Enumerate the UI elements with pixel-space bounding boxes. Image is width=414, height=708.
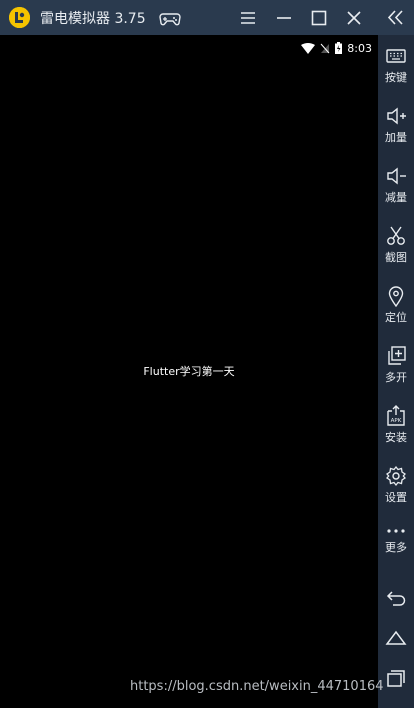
location-pin-icon (388, 286, 404, 307)
sidebar-item-settings[interactable]: 设置 (378, 465, 414, 505)
back-button[interactable] (378, 587, 414, 609)
sidebar: 按键 加量 减量 截图 定位 多开 APK 安装 设置 更多 (378, 35, 414, 708)
gear-icon (386, 465, 406, 487)
sidebar-item-label: 按键 (385, 71, 407, 84)
apk-install-icon: APK (387, 405, 405, 426)
sidebar-item-label: 多开 (385, 371, 407, 384)
app-logo-icon (9, 7, 30, 28)
status-bar: 8:03 (301, 40, 372, 56)
sidebar-item-install[interactable]: APK 安装 (378, 405, 414, 445)
maximize-icon[interactable] (310, 8, 330, 28)
more-dots-icon (387, 529, 405, 533)
collapse-sidebar-button[interactable] (378, 0, 414, 35)
title-bar: 雷电模拟器 3.75 (0, 0, 414, 35)
no-signal-icon (320, 43, 330, 53)
sidebar-item-label: 截图 (385, 251, 407, 264)
keyboard-icon (386, 49, 406, 63)
close-icon[interactable] (345, 8, 365, 28)
sidebar-item-location[interactable]: 定位 (378, 285, 414, 325)
back-arrow-icon (386, 591, 406, 606)
volume-down-icon (387, 167, 406, 185)
sidebar-item-keys[interactable]: 按键 (378, 45, 414, 85)
sidebar-item-label: 安装 (385, 431, 407, 444)
battery-charging-icon (335, 42, 343, 54)
recent-apps-icon (387, 670, 405, 687)
sidebar-item-label: 减量 (385, 191, 407, 204)
gamepad-icon[interactable] (159, 8, 181, 28)
sidebar-item-more[interactable]: 更多 (378, 525, 414, 555)
sidebar-item-label: 加量 (385, 131, 407, 144)
svg-text:APK: APK (391, 418, 402, 424)
app-title: 雷电模拟器 3.75 (40, 11, 146, 27)
home-icon (385, 630, 407, 645)
sidebar-item-multi-instance[interactable]: 多开 (378, 345, 414, 385)
double-chevron-left-icon (387, 10, 403, 25)
sidebar-item-volume-down[interactable]: 减量 (378, 165, 414, 205)
app-center-text: Flutter学习第一天 (143, 365, 235, 378)
minimize-icon[interactable] (275, 8, 295, 28)
sidebar-item-label: 设置 (385, 491, 407, 504)
scissors-icon (387, 226, 405, 245)
multi-window-icon (388, 346, 406, 365)
volume-up-icon (387, 107, 406, 125)
home-button[interactable] (378, 627, 414, 649)
wifi-icon (301, 42, 316, 54)
sidebar-item-label: 更多 (385, 541, 407, 554)
menu-icon[interactable] (239, 8, 259, 28)
sidebar-item-screenshot[interactable]: 截图 (378, 225, 414, 265)
sidebar-item-volume-up[interactable]: 加量 (378, 105, 414, 145)
watermark: https://blog.csdn.net/weixin_44710164 (130, 679, 384, 694)
status-time: 8:03 (347, 41, 372, 55)
emulator-screen[interactable]: 8:03 Flutter学习第一天 (0, 35, 378, 708)
sidebar-item-label: 定位 (385, 311, 407, 324)
